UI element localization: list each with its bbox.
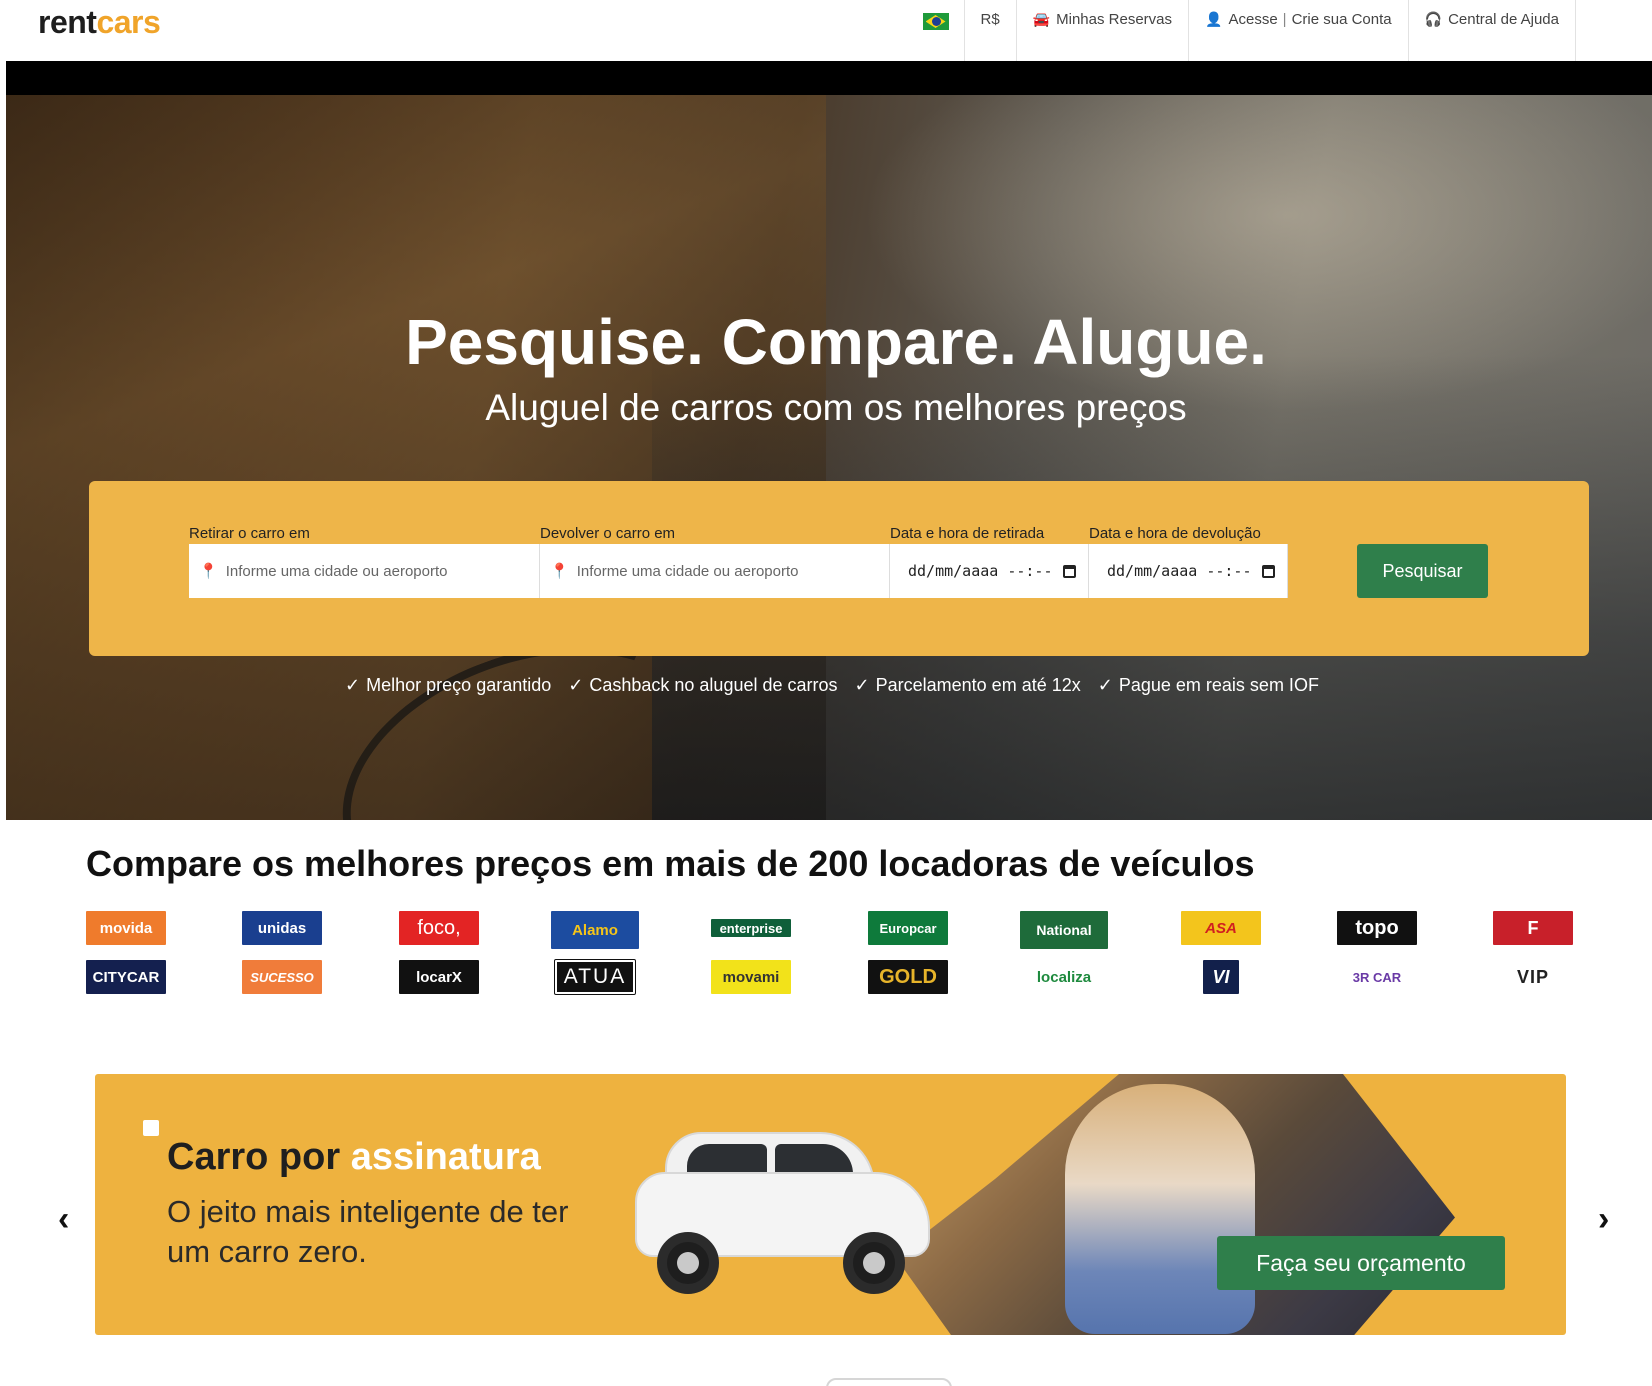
return-placeholder: Informe uma cidade ou aeroporto	[576, 562, 799, 580]
signup-label: Crie sua Conta	[1291, 11, 1392, 28]
banner-title-part1: Carro por	[167, 1136, 351, 1178]
return-date-label: Data e hora de devolução	[1089, 525, 1261, 542]
rentcars-logo[interactable]: rentcars	[38, 4, 161, 40]
movami-logo[interactable]: movami	[711, 960, 791, 994]
return-date-placeholder: dd/mm/aaaa --:--	[1107, 562, 1252, 580]
search-button[interactable]: Pesquisar	[1357, 544, 1488, 598]
carousel-next-button[interactable]: ›	[1598, 1200, 1609, 1239]
calendar-icon[interactable]	[1062, 564, 1076, 578]
currency-selector[interactable]: R$	[965, 0, 1017, 61]
topo-logo[interactable]: topo	[1337, 911, 1417, 945]
vi-logo[interactable]: VI	[1203, 960, 1239, 994]
benefit-label: Parcelamento em até 12x	[875, 675, 1081, 695]
gold-logo[interactable]: GOLD	[868, 960, 948, 994]
map-pin-icon: 📍	[199, 563, 218, 580]
return-datetime-input[interactable]: dd/mm/aaaa --:--	[1089, 544, 1288, 598]
enterprise-logo[interactable]: enterprise	[711, 919, 791, 937]
benefits-list: ✓ Melhor preço garantido ✓ Cashback no alu…	[6, 675, 1652, 696]
help-label: Central de Ajuda	[1448, 11, 1559, 28]
account-link[interactable]: 👤 Acesse | Crie sua Conta	[1189, 0, 1409, 61]
citycar-logo[interactable]: CITYCAR	[86, 960, 166, 994]
benefit-item: ✓ Pague em reais sem IOF	[1098, 675, 1319, 696]
companies-title: Compare os melhores preços em mais de 20…	[86, 843, 1255, 884]
top-black-bar	[6, 61, 1652, 95]
top-header: rentcars R$ 🚘 Minhas Reservas 👤 Acesse |…	[0, 0, 1652, 61]
brazil-flag-icon	[922, 13, 949, 30]
banner-title-highlight: assinatura	[350, 1136, 541, 1178]
movida-logo[interactable]: movida	[86, 911, 166, 945]
sucesso-logo[interactable]: SUCESSO	[242, 960, 322, 994]
map-pin-icon: 📍	[550, 563, 569, 580]
user-icon: 👤	[1205, 11, 1223, 27]
benefit-item: ✓ Cashback no aluguel de carros	[568, 675, 837, 696]
separator: |	[1282, 11, 1287, 28]
my-bookings-link[interactable]: 🚘 Minhas Reservas	[1017, 0, 1190, 61]
europcar-logo[interactable]: Europcar	[868, 911, 948, 945]
pickup-date-label: Data e hora de retirada	[890, 525, 1045, 542]
benefit-item: ✓ Melhor preço garantido	[345, 675, 551, 696]
benefit-label: Cashback no aluguel de carros	[589, 675, 838, 695]
benefit-label: Pague em reais sem IOF	[1118, 675, 1319, 695]
header-nav: R$ 🚘 Minhas Reservas 👤 Acesse | Crie sua…	[922, 0, 1576, 61]
carousel-indicator[interactable]	[826, 1378, 952, 1386]
asa-logo[interactable]: ASA	[1181, 911, 1261, 945]
check-icon: ✓	[854, 675, 870, 695]
page: rentcars R$ 🚘 Minhas Reservas 👤 Acesse |…	[0, 0, 1652, 1386]
hero-subtitle: Aluguel de carros com os melhores preços	[485, 387, 1187, 428]
benefit-label: Melhor preço garantido	[366, 675, 552, 695]
locarx-logo[interactable]: locarX	[399, 960, 479, 994]
unidas-logo[interactable]: unidas	[242, 911, 322, 945]
f-rental-logo[interactable]: F	[1493, 911, 1573, 945]
pickup-date-placeholder: dd/mm/aaaa --:--	[908, 562, 1053, 580]
banner-marker	[143, 1120, 159, 1136]
check-icon: ✓	[568, 675, 584, 695]
login-label: Acesse	[1228, 11, 1278, 28]
language-selector[interactable]	[922, 0, 965, 61]
alamo-logo[interactable]: Alamo	[551, 911, 639, 949]
localiza-logo[interactable]: localiza	[1024, 960, 1104, 994]
my-bookings-label: Minhas Reservas	[1056, 11, 1173, 28]
pickup-placeholder: Informe uma cidade ou aeroporto	[225, 562, 448, 580]
car-icon: 🚘	[1032, 11, 1051, 27]
3rcar-logo[interactable]: 3R CAR	[1337, 960, 1417, 994]
promo-banner[interactable]: Carro por assinatura O jeito mais inteli…	[95, 1074, 1566, 1335]
headset-icon: 🎧	[1424, 11, 1443, 27]
car-wheel	[843, 1232, 905, 1294]
pickup-location-input[interactable]: 📍 Informe uma cidade ou aeroporto	[189, 544, 540, 598]
check-icon: ✓	[1097, 675, 1113, 695]
return-location-input[interactable]: 📍 Informe uma cidade ou aeroporto	[540, 544, 890, 598]
atua-logo[interactable]: ATUA	[554, 959, 636, 995]
logo-text-rent: rent	[38, 4, 97, 40]
benefit-item: ✓ Parcelamento em até 12x	[855, 675, 1081, 696]
vip-logo[interactable]: VIP	[1493, 960, 1573, 994]
check-icon: ✓	[345, 675, 361, 695]
logo-text-cars: cars	[96, 4, 161, 40]
calendar-icon[interactable]	[1261, 564, 1275, 578]
national-logo[interactable]: National	[1020, 911, 1108, 949]
carousel-prev-button[interactable]: ‹	[58, 1200, 69, 1239]
banner-subtitle: O jeito mais inteligente de ter um carro…	[167, 1194, 569, 1269]
foco-logo[interactable]: foco,	[399, 911, 479, 945]
help-center-link[interactable]: 🎧 Central de Ajuda	[1409, 0, 1576, 61]
hero-section: Pesquise. Compare. Alugue. Aluguel de ca…	[6, 95, 1652, 820]
get-quote-button[interactable]: Faça seu orçamento	[1217, 1236, 1505, 1290]
suv-car-image	[625, 1122, 945, 1294]
rental-company-logos: movida unidas foco, Alamo enterprise Eur…	[86, 909, 1576, 999]
return-location-label: Devolver o carro em	[540, 525, 676, 542]
banner-title: Carro por assinatura	[167, 1136, 541, 1179]
couple-photo-figure	[1065, 1084, 1255, 1334]
hero-title: Pesquise. Compare. Alugue.	[405, 306, 1267, 378]
pickup-location-label: Retirar o carro em	[189, 525, 310, 542]
pickup-datetime-input[interactable]: dd/mm/aaaa --:--	[890, 544, 1089, 598]
currency-label: R$	[980, 11, 1000, 28]
search-form: Retirar o carro em Devolver o carro em D…	[89, 481, 1589, 656]
car-wheel	[657, 1232, 719, 1294]
